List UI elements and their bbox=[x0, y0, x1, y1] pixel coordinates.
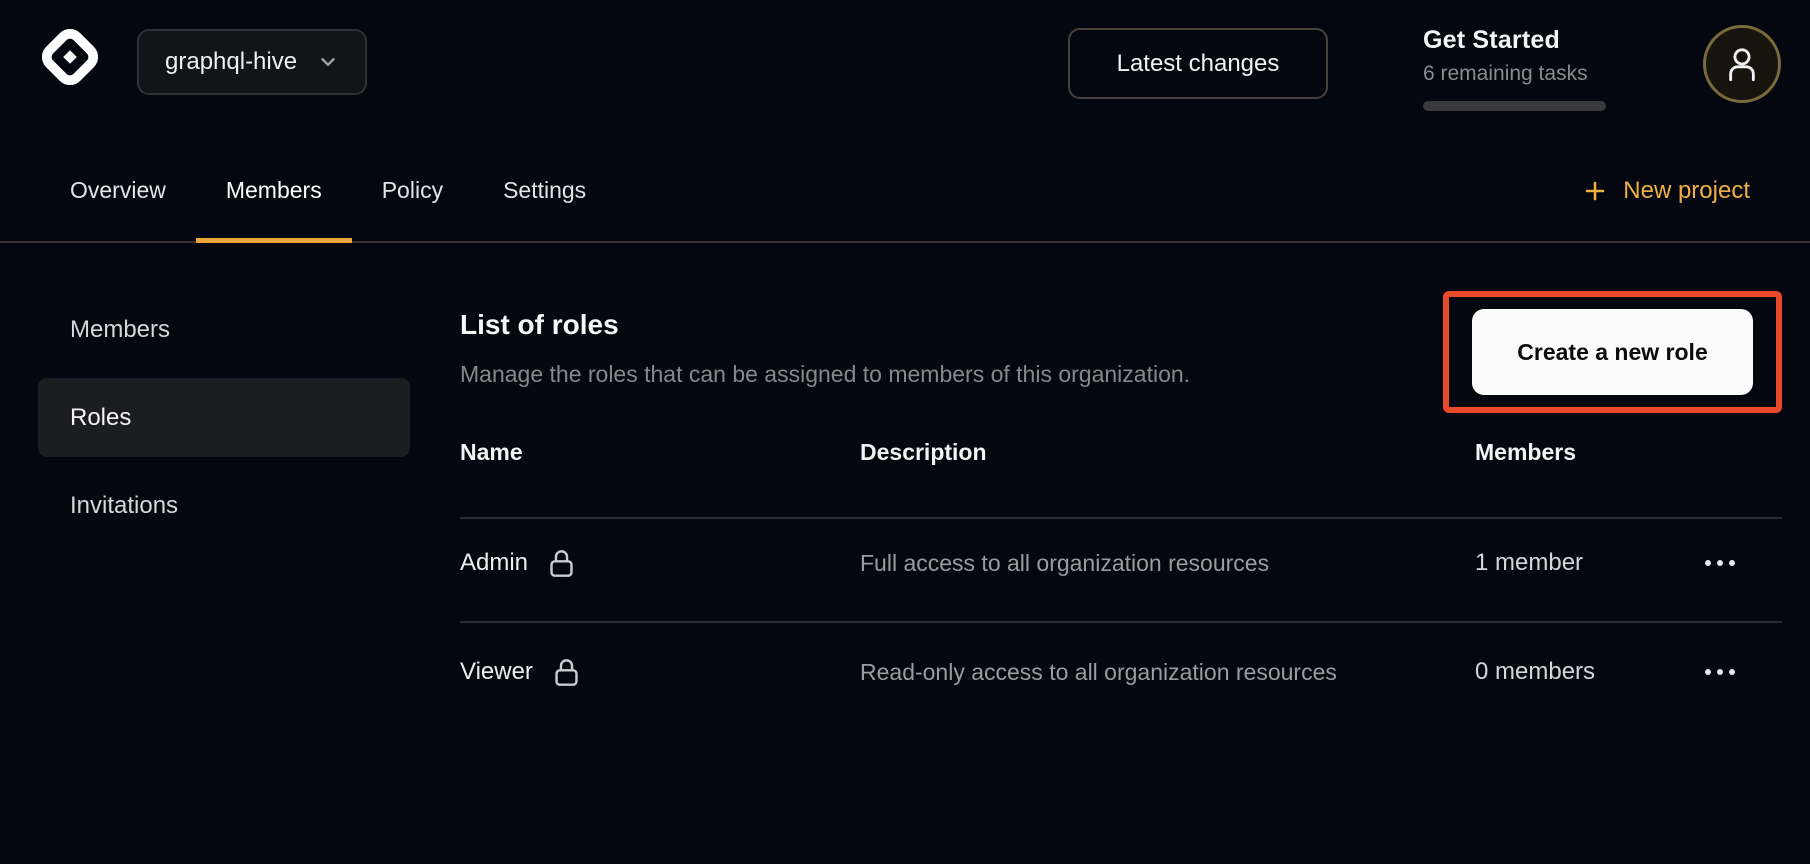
get-started-progress-bar bbox=[1423, 101, 1606, 111]
role-members-count: 0 members bbox=[1475, 658, 1705, 686]
content-area: Members Roles Invitations List of roles … bbox=[0, 245, 1810, 864]
ellipsis-icon bbox=[1705, 560, 1711, 566]
get-started-subtitle: 6 remaining tasks bbox=[1423, 62, 1606, 86]
hive-logo-icon bbox=[37, 24, 103, 90]
column-header-description: Description bbox=[860, 437, 1475, 467]
members-sidebar: Members Roles Invitations bbox=[38, 290, 410, 545]
tab-members[interactable]: Members bbox=[196, 140, 352, 241]
top-bar: graphql-hive Latest changes Get Started … bbox=[0, 0, 1810, 140]
org-selector[interactable]: graphql-hive bbox=[137, 29, 367, 95]
user-avatar[interactable] bbox=[1703, 25, 1781, 103]
tab-settings[interactable]: Settings bbox=[473, 140, 616, 241]
ellipsis-icon bbox=[1705, 669, 1711, 675]
org-tabs: Overview Members Policy Settings bbox=[40, 140, 616, 241]
org-tab-bar: Overview Members Policy Settings New pro… bbox=[0, 140, 1810, 243]
chevron-down-icon bbox=[317, 51, 339, 73]
get-started-title: Get Started bbox=[1423, 26, 1606, 55]
table-row-admin: Admin Full access to all organization re… bbox=[460, 519, 1782, 623]
role-name: Admin bbox=[460, 549, 528, 577]
role-name: Viewer bbox=[460, 658, 533, 686]
role-name-cell: Viewer bbox=[460, 657, 860, 688]
app-window: graphql-hive Latest changes Get Started … bbox=[0, 0, 1810, 864]
role-description: Full access to all organization resource… bbox=[860, 543, 1360, 583]
roles-table-header: Name Description Members bbox=[460, 423, 1782, 519]
new-project-link[interactable]: New project bbox=[1583, 140, 1750, 241]
lock-icon bbox=[548, 548, 575, 579]
lock-icon bbox=[553, 657, 580, 688]
sidebar-item-members[interactable]: Members bbox=[38, 290, 410, 369]
roles-panel: List of roles Manage the roles that can … bbox=[460, 245, 1782, 864]
role-members-count: 1 member bbox=[1475, 549, 1705, 577]
row-actions-menu-button[interactable] bbox=[1705, 659, 1751, 685]
sidebar-item-roles[interactable]: Roles bbox=[38, 378, 410, 457]
table-row-viewer: Viewer Read-only access to all organizat… bbox=[460, 623, 1782, 721]
sidebar-item-invitations[interactable]: Invitations bbox=[38, 466, 410, 545]
roles-table: Name Description Members Admin Full acce… bbox=[460, 423, 1782, 721]
column-header-name: Name bbox=[460, 437, 860, 467]
tab-overview[interactable]: Overview bbox=[40, 140, 196, 241]
role-name-cell: Admin bbox=[460, 548, 860, 579]
annotation-highlight-box: Create a new role bbox=[1443, 291, 1782, 413]
role-description: Read-only access to all organization res… bbox=[860, 652, 1360, 692]
person-icon bbox=[1725, 45, 1759, 83]
new-project-label: New project bbox=[1623, 177, 1750, 205]
row-actions-menu-button[interactable] bbox=[1705, 550, 1751, 576]
column-header-members: Members bbox=[1475, 437, 1705, 467]
org-selector-label: graphql-hive bbox=[165, 48, 297, 76]
tab-policy[interactable]: Policy bbox=[352, 140, 473, 241]
create-role-button[interactable]: Create a new role bbox=[1472, 309, 1753, 395]
plus-icon bbox=[1583, 179, 1607, 203]
latest-changes-button[interactable]: Latest changes bbox=[1068, 28, 1328, 99]
get-started-widget[interactable]: Get Started 6 remaining tasks bbox=[1423, 26, 1606, 111]
